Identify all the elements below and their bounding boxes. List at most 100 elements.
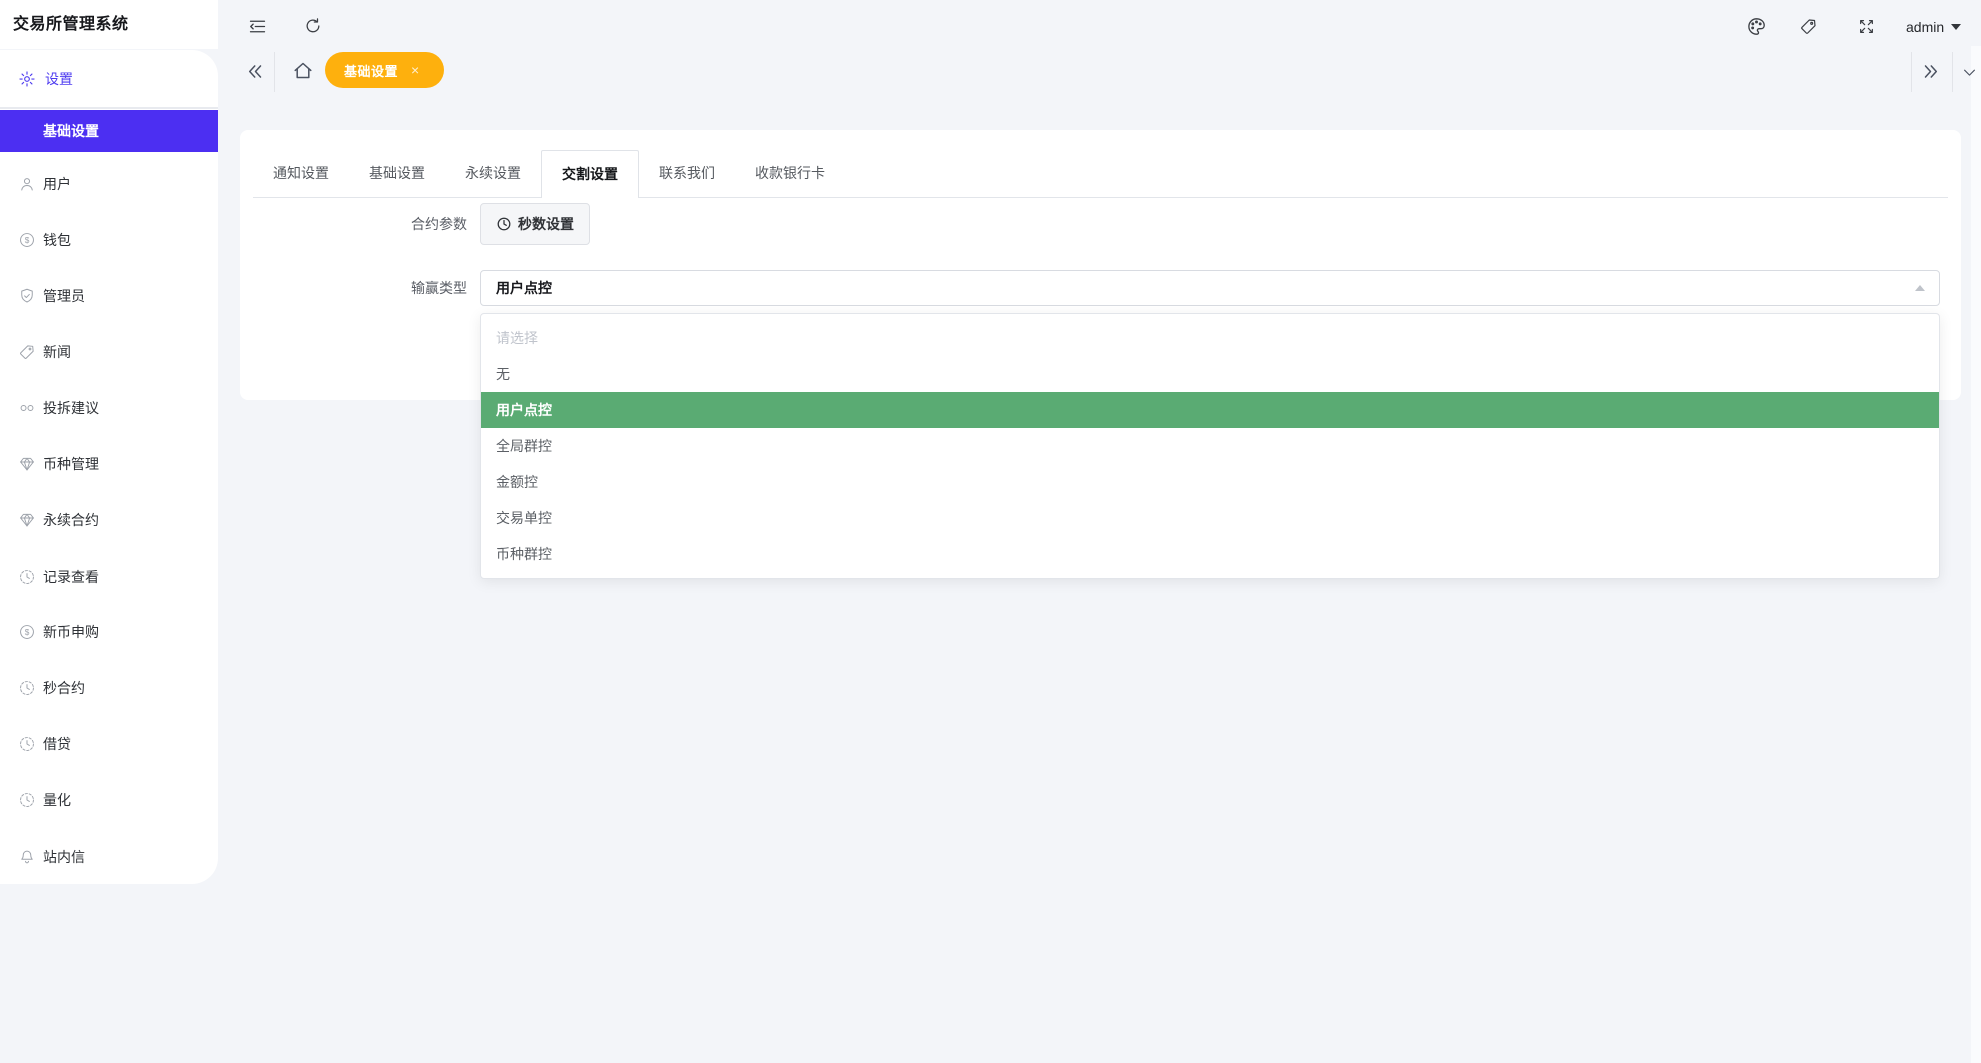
clock-dashed-icon bbox=[18, 568, 36, 586]
gem-icon bbox=[18, 455, 36, 473]
sidebar-item-label: 借贷 bbox=[43, 734, 71, 754]
sidebar-item-users[interactable]: 用户 bbox=[0, 172, 218, 196]
refresh-button[interactable] bbox=[303, 16, 323, 36]
tag-basic-settings[interactable]: 基础设置 × bbox=[325, 52, 444, 88]
contract-params-label: 合约参数 bbox=[240, 214, 467, 234]
tag-label: 基础设置 bbox=[344, 61, 398, 80]
tag-icon bbox=[1799, 17, 1818, 36]
sidebar-item-feedback[interactable]: 投拆建议 bbox=[0, 396, 218, 420]
gem-icon bbox=[18, 511, 36, 529]
sidebar-item-seconds-contract[interactable]: 秒合约 bbox=[0, 676, 218, 700]
sidebar-item-label: 新币申购 bbox=[43, 622, 99, 642]
tab-notify-settings[interactable]: 通知设置 bbox=[253, 150, 349, 197]
dropdown-option-none[interactable]: 无 bbox=[481, 356, 1939, 392]
sidebar-item-label: 投拆建议 bbox=[43, 398, 99, 418]
caret-up-icon bbox=[1915, 285, 1925, 291]
home-icon bbox=[291, 59, 315, 83]
sidebar-item-news[interactable]: 新闻 bbox=[0, 340, 218, 364]
double-chevron-left-icon bbox=[246, 62, 265, 81]
tagsbar-divider bbox=[1911, 52, 1912, 92]
seconds-settings-label: 秒数设置 bbox=[518, 214, 574, 234]
menu-fold-button[interactable] bbox=[247, 16, 268, 37]
sidebar-group-label: 设置 bbox=[45, 69, 73, 89]
tab-perpetual-settings[interactable]: 永续设置 bbox=[445, 150, 541, 197]
tags-scroll-right-button[interactable] bbox=[1921, 62, 1940, 81]
tab-receiving-bank-card[interactable]: 收款银行卡 bbox=[735, 150, 845, 197]
dollar-circle-icon: $ bbox=[18, 231, 36, 249]
sidebar-header: 交易所管理系统 bbox=[0, 0, 218, 49]
palette-icon bbox=[1746, 16, 1767, 37]
fullscreen-button[interactable] bbox=[1857, 17, 1876, 36]
app-title: 交易所管理系统 bbox=[13, 0, 129, 49]
sidebar-item-coin-management[interactable]: 币种管理 bbox=[0, 452, 218, 476]
sidebar-item-label: 币种管理 bbox=[43, 454, 99, 474]
gear-icon bbox=[18, 70, 36, 88]
theme-button[interactable] bbox=[1746, 16, 1767, 37]
refresh-icon bbox=[303, 16, 323, 36]
sidebar-item-perpetual-contract[interactable]: 永续合约 bbox=[0, 508, 218, 532]
menu-fold-icon bbox=[247, 16, 268, 37]
tab-delivery-settings[interactable]: 交割设置 bbox=[541, 150, 639, 198]
shield-check-icon bbox=[18, 287, 36, 305]
sidebar-item-label: 量化 bbox=[43, 790, 71, 810]
user-menu[interactable]: admin bbox=[1906, 16, 1961, 38]
clock-dashed-icon bbox=[18, 679, 36, 697]
dropdown-option-user-point-control[interactable]: 用户点控 bbox=[481, 392, 1939, 428]
app-root: 交易所管理系统 设置 基础设置 用户 $ 钱包 bbox=[0, 0, 1981, 1063]
dropdown-option-coin-group-control[interactable]: 币种群控 bbox=[481, 536, 1939, 572]
bell-icon bbox=[18, 848, 36, 866]
tagsbar-divider bbox=[1952, 52, 1953, 92]
clock-dashed-icon bbox=[18, 735, 36, 753]
winlose-type-label: 输赢类型 bbox=[240, 278, 467, 298]
sidebar: 设置 基础设置 用户 $ 钱包 管理员 bbox=[0, 50, 218, 884]
sidebar-item-label: 用户 bbox=[43, 174, 71, 194]
dropdown-option-amount-control[interactable]: 金额控 bbox=[481, 464, 1939, 500]
sidebar-item-quantify[interactable]: 量化 bbox=[0, 788, 218, 812]
infinity-icon bbox=[18, 399, 36, 417]
dropdown-option-placeholder[interactable]: 请选择 bbox=[481, 320, 1939, 356]
tab-contact-us[interactable]: 联系我们 bbox=[639, 150, 735, 197]
admin-username: admin bbox=[1906, 19, 1944, 35]
sidebar-item-new-coin-subscription[interactable]: $ 新币申购 bbox=[0, 620, 218, 644]
sidebar-item-records[interactable]: 记录查看 bbox=[0, 565, 218, 589]
sidebar-item-label: 记录查看 bbox=[43, 567, 99, 587]
tagsbar-divider bbox=[274, 52, 275, 92]
sidebar-item-label: 新闻 bbox=[43, 342, 71, 362]
sidebar-item-label: 钱包 bbox=[43, 230, 71, 250]
winlose-type-select[interactable]: 用户点控 bbox=[480, 270, 1940, 306]
clock-icon bbox=[496, 216, 512, 232]
winlose-type-dropdown: 请选择 无 用户点控 全局群控 金额控 交易单控 币种群控 bbox=[480, 313, 1940, 579]
sidebar-item-basic-settings-active[interactable]: 基础设置 bbox=[0, 110, 218, 152]
expand-icon bbox=[1857, 17, 1876, 36]
sidebar-group-settings[interactable]: 设置 bbox=[0, 63, 218, 95]
svg-text:$: $ bbox=[25, 236, 30, 245]
tags-menu-button[interactable] bbox=[1961, 66, 1978, 80]
tags-button[interactable] bbox=[1799, 17, 1818, 36]
sidebar-item-admins[interactable]: 管理员 bbox=[0, 284, 218, 308]
seconds-settings-button[interactable]: 秒数设置 bbox=[480, 203, 590, 245]
sidebar-divider bbox=[0, 107, 218, 109]
caret-down-icon bbox=[1951, 24, 1961, 30]
sidebar-item-label: 管理员 bbox=[43, 286, 85, 306]
dropdown-option-trade-order-control[interactable]: 交易单控 bbox=[481, 500, 1939, 536]
tags-scroll-left-button[interactable] bbox=[246, 62, 265, 81]
sidebar-item-wallet[interactable]: $ 钱包 bbox=[0, 228, 218, 252]
user-icon bbox=[18, 175, 36, 193]
settings-tabs: 通知设置 基础设置 永续设置 交割设置 联系我们 收款银行卡 bbox=[253, 150, 1948, 198]
dropdown-option-global-group-control[interactable]: 全局群控 bbox=[481, 428, 1939, 464]
select-value: 用户点控 bbox=[496, 271, 552, 305]
tag-icon bbox=[18, 343, 36, 361]
dollar-circle-icon: $ bbox=[18, 623, 36, 641]
clock-dashed-icon bbox=[18, 791, 36, 809]
sidebar-item-label: 站内信 bbox=[43, 847, 85, 867]
close-icon[interactable]: × bbox=[411, 63, 419, 77]
double-chevron-right-icon bbox=[1921, 62, 1940, 81]
chevron-down-icon bbox=[1961, 66, 1978, 80]
svg-text:$: $ bbox=[25, 628, 30, 637]
sidebar-item-site-message[interactable]: 站内信 bbox=[0, 845, 218, 869]
sidebar-item-lending[interactable]: 借贷 bbox=[0, 732, 218, 756]
home-tag-button[interactable] bbox=[291, 59, 315, 83]
tab-basic-settings[interactable]: 基础设置 bbox=[349, 150, 445, 197]
sidebar-active-label: 基础设置 bbox=[43, 121, 99, 141]
scrollbar-track[interactable] bbox=[1971, 46, 1981, 1063]
